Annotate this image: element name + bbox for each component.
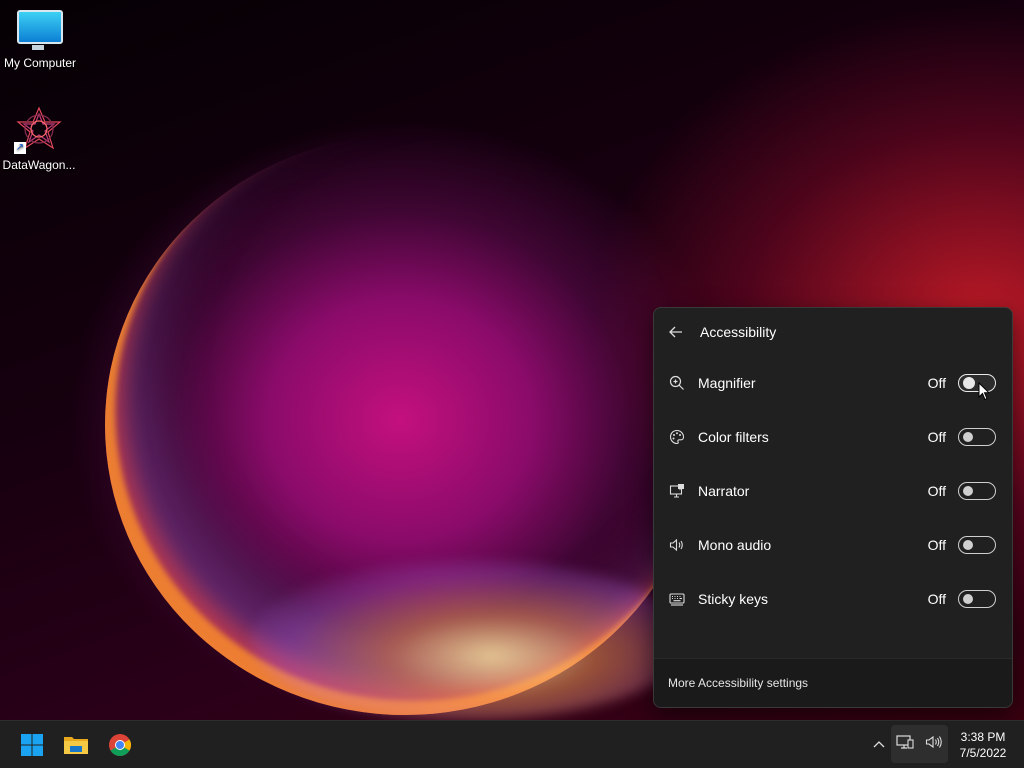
toggle-knob bbox=[963, 432, 973, 442]
taskbar: 3:38 PM 7/5/2022 bbox=[0, 720, 1024, 768]
desktop-icon-datawagon[interactable]: ↗ DataWagon... bbox=[0, 106, 79, 172]
row-state: Off bbox=[927, 537, 946, 553]
narrator-icon bbox=[668, 482, 686, 500]
mono-audio-toggle[interactable] bbox=[958, 536, 996, 554]
magnifier-icon bbox=[668, 374, 686, 392]
speaker-icon bbox=[668, 536, 686, 554]
flyout-header: Accessibility bbox=[654, 308, 1012, 356]
row-state: Off bbox=[927, 591, 946, 607]
start-button[interactable] bbox=[14, 727, 50, 763]
row-label: Sticky keys bbox=[698, 591, 769, 607]
desktop-icon-label: DataWagon... bbox=[2, 158, 76, 172]
accessibility-row-color-filters: Color filters Off bbox=[654, 410, 1012, 464]
palette-icon bbox=[668, 428, 686, 446]
accessibility-row-narrator: Narrator Off bbox=[654, 464, 1012, 518]
chrome-button[interactable] bbox=[102, 727, 138, 763]
windows-icon bbox=[21, 734, 43, 756]
accessibility-row-sticky-keys: Sticky keys Off bbox=[654, 572, 1012, 626]
folder-icon bbox=[64, 737, 88, 754]
volume-icon bbox=[925, 734, 943, 755]
flyout-title: Accessibility bbox=[700, 324, 777, 340]
mouse-cursor-icon bbox=[978, 381, 991, 406]
keyboard-icon bbox=[668, 590, 686, 608]
row-label: Narrator bbox=[698, 483, 750, 499]
narrator-toggle[interactable] bbox=[958, 482, 996, 500]
row-state: Off bbox=[927, 429, 946, 445]
datawagon-icon: ↗ bbox=[14, 106, 62, 154]
flyout-footer: More Accessibility settings bbox=[654, 658, 1012, 707]
quick-settings-button[interactable] bbox=[891, 725, 948, 763]
accessibility-row-magnifier: Magnifier Off bbox=[654, 356, 1012, 410]
monitor-icon bbox=[17, 10, 63, 50]
magnifier-toggle[interactable] bbox=[958, 374, 996, 392]
color-filters-toggle[interactable] bbox=[958, 428, 996, 446]
accessibility-row-mono-audio: Mono audio Off bbox=[654, 518, 1012, 572]
row-label: Magnifier bbox=[698, 375, 756, 391]
toggle-knob bbox=[963, 377, 975, 389]
chrome-icon bbox=[109, 734, 131, 756]
clock-time: 3:38 PM bbox=[960, 730, 1006, 744]
chevron-up-icon[interactable] bbox=[866, 731, 892, 757]
row-label: Mono audio bbox=[698, 537, 772, 553]
toggle-knob bbox=[963, 594, 973, 604]
more-accessibility-settings-link[interactable]: More Accessibility settings bbox=[668, 676, 808, 690]
accessibility-flyout: Accessibility Magnifier Off Color filter… bbox=[653, 307, 1013, 708]
row-label: Color filters bbox=[698, 429, 769, 445]
row-state: Off bbox=[927, 483, 946, 499]
shortcut-arrow-icon: ↗ bbox=[14, 142, 26, 154]
wallpaper-glow bbox=[250, 560, 690, 720]
toggle-knob bbox=[963, 486, 973, 496]
network-icon bbox=[896, 734, 914, 755]
back-arrow-icon[interactable] bbox=[668, 324, 684, 340]
taskbar-clock[interactable]: 3:38 PM 7/5/2022 bbox=[950, 729, 1016, 761]
clock-date: 7/5/2022 bbox=[959, 746, 1007, 760]
row-state: Off bbox=[927, 375, 946, 391]
sticky-keys-toggle[interactable] bbox=[958, 590, 996, 608]
desktop-icon-label: My Computer bbox=[3, 56, 77, 70]
desktop-icon-my-computer[interactable]: My Computer bbox=[0, 10, 80, 70]
toggle-knob bbox=[963, 540, 973, 550]
file-explorer-button[interactable] bbox=[58, 727, 94, 763]
